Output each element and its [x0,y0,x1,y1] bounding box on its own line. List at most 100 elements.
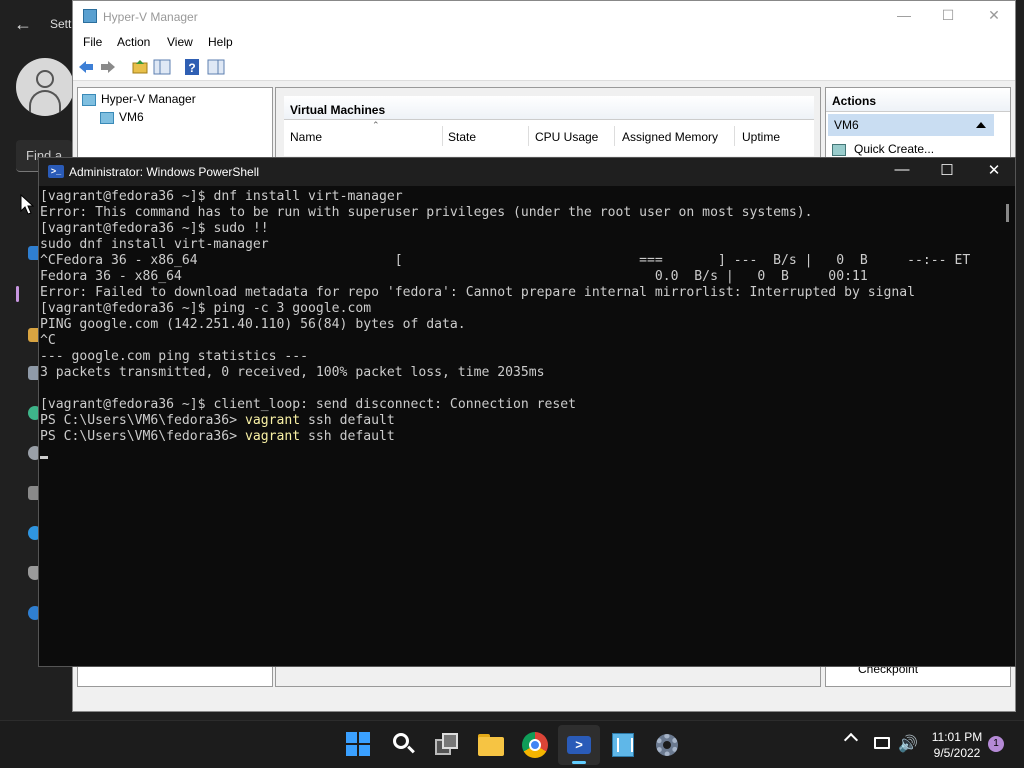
terminal-line: PS C:\Users\VM6\fedora36> vagrant ssh de… [40,413,1000,429]
hyperv-tree-icon [82,93,96,106]
terminal-cursor [40,456,48,459]
menu-action[interactable]: Action [117,35,150,49]
maximize-icon[interactable]: ☐ [932,161,962,179]
server-icon [100,111,114,124]
tree-item-vm6[interactable]: VM6 [100,110,144,124]
menu-file[interactable]: File [83,35,102,49]
terminal-scrollbar-thumb[interactable] [1006,204,1009,222]
terminal-line: Error: This command has to be run with s… [40,205,1000,221]
avatar[interactable] [16,58,74,116]
hyperv-manager-icon[interactable] [609,731,637,759]
start-quadrant [359,745,370,756]
close-icon[interactable]: ✕ [979,161,1009,179]
terminal-text: --- google.com ping statistics --- [40,349,309,364]
search-icon[interactable] [390,731,418,759]
taskbar: > [0,720,1024,768]
mouse-cursor-icon [20,194,34,215]
terminal-command-name: vagrant [244,413,301,428]
hyperv-menubar: File Action View Help [73,31,1015,53]
terminal-line: ^C [40,333,1000,349]
actions-vm6-label: VM6 [834,118,859,132]
settings-title: Sett [50,17,72,31]
terminal-line: PING google.com (142.251.40.110) 56(84) … [40,317,1000,333]
powershell-window: >_ Administrator: Windows PowerShell — ☐… [38,157,1016,667]
minimize-icon[interactable]: — [887,161,917,178]
terminal-prompt: [vagrant@fedora36 ~]$ [40,301,214,316]
powershell-title: Administrator: Windows PowerShell [69,165,260,179]
close-icon[interactable]: ✕ [979,7,1009,24]
minimize-icon[interactable]: — [889,7,919,23]
column-divider[interactable] [614,126,615,146]
settings-gear-icon[interactable] [653,731,681,759]
actions-header: Actions [826,88,1010,112]
maximize-icon[interactable]: ☐ [933,7,963,24]
terminal-text: ^CFedora 36 - x86_64 [ === ] --- B/s | 0… [40,253,971,268]
avatar-shoulders-shape [29,90,61,114]
terminal-line: ^CFedora 36 - x86_64 [ === ] --- B/s | 0… [40,253,1000,269]
task-view-front [442,733,458,749]
windows-start-icon[interactable] [345,731,373,759]
tree-root-label: Hyper-V Manager [101,92,196,106]
terminal-output[interactable]: [vagrant@fedora36 ~]$ dnf install virt-m… [40,189,1000,665]
terminal-prompt: PS C:\Users\VM6\fedora36> [40,413,245,428]
file-explorer-icon[interactable] [477,731,505,759]
back-arrow-icon[interactable]: ← [14,14,32,35]
forward-icon[interactable] [99,58,117,76]
terminal-text: Fedora 36 - x86_64 0.0 B/s | 0 B 00:11 [40,269,868,284]
terminal-text: 3 packets transmitted, 0 received, 100% … [40,365,545,380]
back-icon[interactable] [77,58,95,76]
start-quadrant [346,745,357,756]
column-cpu-usage[interactable]: CPU Usage [535,130,598,144]
up-folder-icon[interactable] [131,58,149,76]
actions-vm6-section[interactable]: VM6 [828,114,994,136]
search-handle [407,745,415,754]
show-action-pane-icon[interactable] [207,58,225,76]
quick-create-label: Quick Create... [854,142,935,156]
terminal-line: sudo dnf install virt-manager [40,237,1000,253]
tree-item-hyperv-manager[interactable]: Hyper-V Manager [82,92,196,106]
terminal-text: ping -c 3 google.com [213,301,372,316]
terminal-line: [vagrant@fedora36 ~]$ ping -c 3 google.c… [40,301,1000,317]
terminal-line: --- google.com ping statistics --- [40,349,1000,365]
chrome-icon[interactable] [521,731,549,759]
column-divider[interactable] [734,126,735,146]
terminal-command-args: ssh default [300,413,395,428]
clock-time: 11:01 PM [931,730,983,744]
hyperv-titlebar[interactable]: Hyper-V Manager — ☐ ✕ [73,1,1015,31]
column-divider[interactable] [442,126,443,146]
network-icon[interactable] [874,737,890,749]
column-state[interactable]: State [448,130,476,144]
terminal-text: vagrant ssh default [245,413,395,428]
volume-icon[interactable]: 🔊 [898,734,918,754]
column-divider[interactable] [528,126,529,146]
clock[interactable]: 11:01 PM 9/5/2022 [928,729,986,761]
powershell-taskbar-icon[interactable]: > [565,731,593,759]
menu-help[interactable]: Help [208,35,233,49]
virtual-machines-header: Virtual Machines [284,96,814,120]
column-name[interactable]: Name [290,130,322,144]
start-quadrant [359,732,370,743]
show-hide-tree-icon[interactable] [153,58,171,76]
selection-indicator [16,286,19,302]
column-assigned-memory[interactable]: Assigned Memory [622,130,718,144]
powershell-titlebar[interactable]: >_ Administrator: Windows PowerShell — ☐… [39,158,1015,186]
avatar-head-shape [36,70,54,88]
gear-center [663,741,671,749]
menu-view[interactable]: View [167,35,193,49]
collapse-triangle-icon[interactable] [976,122,986,128]
notification-badge[interactable]: 1 [988,736,1004,752]
terminal-text: sudo dnf install virt-manager [40,237,269,252]
task-view-icon[interactable] [433,731,461,759]
help-icon[interactable]: ? [183,58,201,76]
start-quadrant [346,732,357,743]
terminal-text: dnf install virt-manager [213,189,403,204]
clock-date: 9/5/2022 [933,746,981,760]
active-indicator [572,761,586,764]
terminal-text: client_loop: send disconnect: Connection… [213,397,577,412]
column-uptime[interactable]: Uptime [742,130,780,144]
terminal-prompt: [vagrant@fedora36 ~]$ [40,189,214,204]
terminal-line: 3 packets transmitted, 0 received, 100% … [40,365,1000,381]
quick-create-action[interactable]: Quick Create... [832,142,934,156]
powershell-box: > [567,736,591,754]
